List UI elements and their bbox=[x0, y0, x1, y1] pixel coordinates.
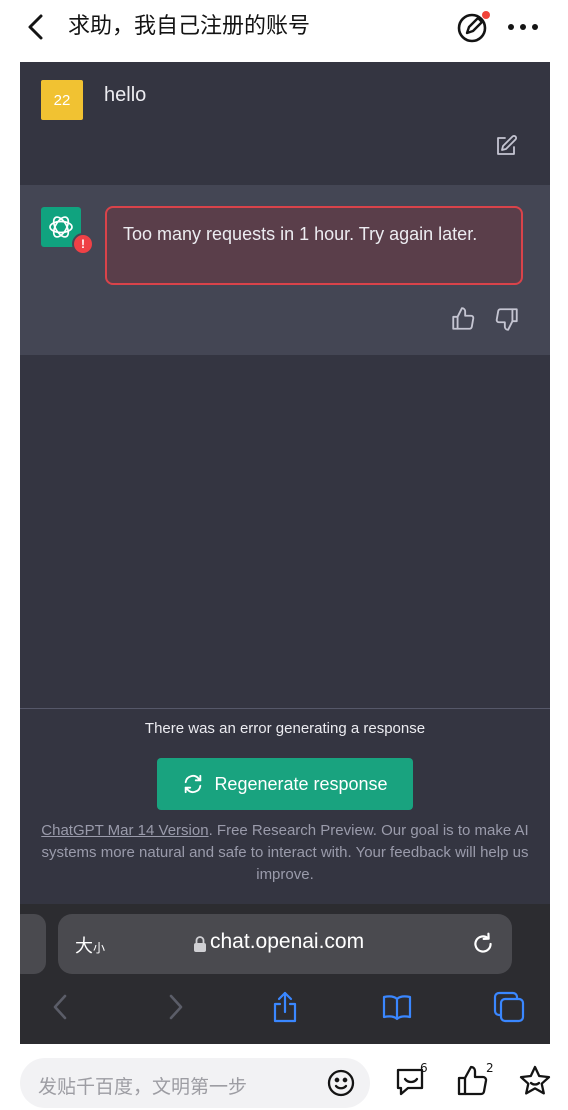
regenerate-label: Regenerate response bbox=[214, 773, 388, 794]
thumbs-down-icon[interactable] bbox=[494, 306, 520, 332]
bookmarks-icon[interactable] bbox=[380, 990, 414, 1024]
smile-icon[interactable] bbox=[326, 1068, 356, 1098]
bottom-bar: 发贴千百度，文明第一步 6 2 bbox=[0, 1044, 568, 1110]
safari-toolbar: 大小 chat.openai.com bbox=[20, 904, 550, 1044]
error-message-box: Too many requests in 1 hour. Try again l… bbox=[105, 206, 523, 285]
like-count: 2 bbox=[486, 1061, 494, 1075]
comment-count: 6 bbox=[420, 1061, 428, 1075]
browser-nav bbox=[20, 990, 550, 1030]
top-bar: 求助，我自己注册的账号 bbox=[0, 0, 568, 60]
lock-icon bbox=[193, 935, 207, 953]
reply-placeholder: 发贴千百度，文明第一步 bbox=[38, 1076, 248, 1098]
tabs-icon[interactable] bbox=[492, 990, 526, 1024]
reply-input[interactable]: 发贴千百度，文明第一步 bbox=[20, 1058, 370, 1108]
more-icon[interactable] bbox=[506, 12, 540, 42]
regenerate-response-button[interactable]: Regenerate response bbox=[157, 758, 413, 810]
text-size-button[interactable]: 大小 bbox=[75, 932, 105, 958]
like-icon[interactable] bbox=[456, 1064, 490, 1098]
regenerate-icon bbox=[185, 774, 202, 794]
chatgpt-screenshot: 22 hello ! Too many requests in 1 hour. … bbox=[20, 62, 550, 1044]
error-badge: ! bbox=[72, 233, 94, 255]
user-message-row: 22 hello bbox=[20, 62, 550, 185]
edit-message-icon[interactable] bbox=[494, 134, 518, 158]
nav-back-icon[interactable] bbox=[44, 990, 78, 1024]
url-text: chat.openai.com bbox=[210, 930, 365, 953]
address-bar[interactable]: 大小 chat.openai.com bbox=[58, 914, 512, 974]
back-arrow-icon[interactable] bbox=[22, 12, 52, 42]
share-icon[interactable] bbox=[268, 990, 302, 1024]
star-icon[interactable] bbox=[518, 1064, 552, 1098]
post-title: 求助，我自己注册的账号 bbox=[68, 14, 311, 39]
user-message: hello bbox=[104, 84, 147, 106]
previous-tab[interactable] bbox=[20, 914, 46, 974]
error-generating-text: There was an error generating a response bbox=[144, 720, 426, 737]
thumbs-up-icon[interactable] bbox=[450, 306, 476, 332]
user-avatar: 22 bbox=[41, 80, 83, 120]
footer-note: ChatGPT Mar 14 Version. Free Research Pr… bbox=[34, 820, 536, 886]
divider bbox=[20, 708, 550, 709]
reload-icon[interactable] bbox=[470, 931, 496, 957]
version-link[interactable]: ChatGPT Mar 14 Version bbox=[41, 822, 208, 839]
nav-forward-icon[interactable] bbox=[158, 990, 192, 1024]
error-message: Too many requests in 1 hour. Try again l… bbox=[123, 224, 478, 244]
edit-post-icon[interactable] bbox=[456, 10, 490, 44]
assistant-message-row: ! Too many requests in 1 hour. Try again… bbox=[20, 185, 550, 355]
